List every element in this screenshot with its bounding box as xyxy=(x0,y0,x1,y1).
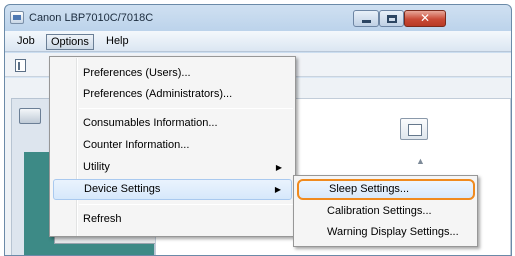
device-settings-submenu: Sleep Settings... Calibration Settings..… xyxy=(293,175,478,247)
minimize-icon xyxy=(362,20,371,23)
menu-item-counter[interactable]: Counter Information... xyxy=(53,135,292,156)
menu-item-label: Preferences (Users)... xyxy=(83,67,191,79)
menu-item-refresh[interactable]: Refresh xyxy=(53,209,292,230)
window-title: Canon LBP7010C/7018C xyxy=(29,12,154,24)
close-button[interactable]: ✕ xyxy=(404,10,446,27)
maximize-button[interactable] xyxy=(379,10,404,27)
menu-item-preferences-admin[interactable]: Preferences (Administrators)... xyxy=(53,84,292,105)
menu-job[interactable]: Job xyxy=(13,34,39,50)
menu-item-label: Device Settings xyxy=(84,183,161,195)
maximize-icon xyxy=(387,15,397,23)
menu-item-label: Calibration Settings... xyxy=(327,205,432,217)
menu-item-label: Counter Information... xyxy=(83,139,190,151)
menu-item-label: Consumables Information... xyxy=(83,117,218,129)
menu-item-label: Utility xyxy=(83,161,110,173)
menu-item-label: Warning Display Settings... xyxy=(327,226,459,238)
menu-item-utility[interactable]: Utility ▶ xyxy=(53,157,292,178)
menu-item-calibration-settings[interactable]: Calibration Settings... xyxy=(297,201,475,222)
menu-separator xyxy=(79,108,293,109)
menu-item-preferences-users[interactable]: Preferences (Users)... xyxy=(53,63,292,84)
options-dropdown-menu: Preferences (Users)... Preferences (Admi… xyxy=(49,56,296,237)
print-status-icon[interactable] xyxy=(400,118,428,140)
menu-bar: Job Options Help xyxy=(5,31,511,52)
menu-item-consumables[interactable]: Consumables Information... xyxy=(53,113,292,134)
menu-item-label: Refresh xyxy=(83,213,122,225)
menu-item-label: Preferences (Administrators)... xyxy=(83,88,233,100)
minimize-button[interactable] xyxy=(353,10,379,27)
submenu-arrow-icon: ▶ xyxy=(275,163,282,172)
menu-help[interactable]: Help xyxy=(102,34,133,50)
menu-item-sleep-settings[interactable]: Sleep Settings... xyxy=(297,179,475,200)
document-icon[interactable] xyxy=(15,59,26,72)
submenu-arrow-icon: ▶ xyxy=(274,185,281,194)
menu-separator xyxy=(79,204,293,205)
scroll-up-icon[interactable]: ▲ xyxy=(416,156,425,166)
menu-item-label: Sleep Settings... xyxy=(329,183,410,195)
printer-app-icon xyxy=(10,11,24,24)
title-bar: Canon LBP7010C/7018C ✕ xyxy=(5,5,511,31)
close-icon: ✕ xyxy=(419,11,431,25)
printer-icon xyxy=(19,108,41,124)
menu-item-device-settings[interactable]: Device Settings ▶ xyxy=(53,179,292,200)
application-window: Canon LBP7010C/7018C ✕ Job Options Help … xyxy=(4,4,512,256)
menu-item-warning-display-settings[interactable]: Warning Display Settings... xyxy=(297,222,475,243)
menu-options[interactable]: Options xyxy=(46,34,94,50)
